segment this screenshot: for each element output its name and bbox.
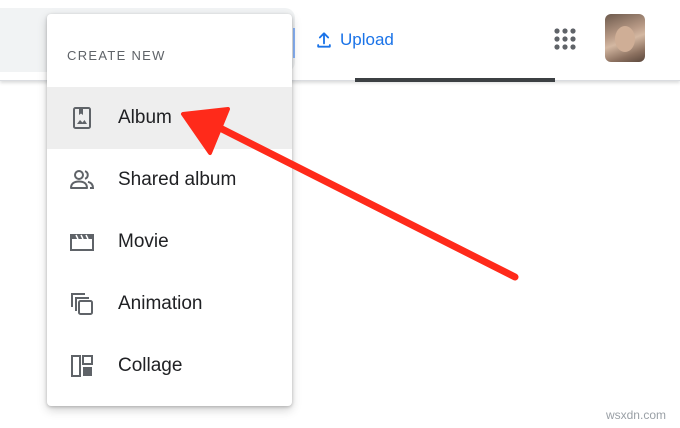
apps-button[interactable] [550,24,580,54]
avatar-photo [615,26,635,52]
animation-icon [67,289,97,319]
menu-item-label: Album [118,107,172,128]
menu-item-movie[interactable]: Movie [47,211,292,273]
menu-item-album[interactable]: Album [47,87,292,149]
menu-item-collage[interactable]: Collage [47,335,292,397]
upload-button[interactable]: Upload [314,26,394,54]
avatar[interactable] [605,14,645,62]
watermark: wsxdn.com [605,408,666,422]
upload-label: Upload [340,30,394,49]
upload-icon [317,32,331,48]
create-new-menu: CREATE NEW Album Shared album Movie Anim… [47,14,292,406]
menu-item-label: Animation [118,293,203,314]
menu-item-label: Shared album [118,169,237,190]
menu-item-animation[interactable]: Animation [47,273,292,335]
album-icon [67,103,97,133]
apps-grid-icon [554,28,576,50]
collage-icon [67,351,97,381]
photo-thumbnail-edge [355,78,555,82]
menu-item-label: Movie [118,231,169,252]
menu-item-shared-album[interactable]: Shared album [47,149,292,211]
search-bar-focus-edge [293,28,295,58]
movie-icon [67,227,97,257]
people-icon [67,165,97,195]
menu-item-label: Collage [118,355,183,376]
menu-header: CREATE NEW [67,48,166,63]
